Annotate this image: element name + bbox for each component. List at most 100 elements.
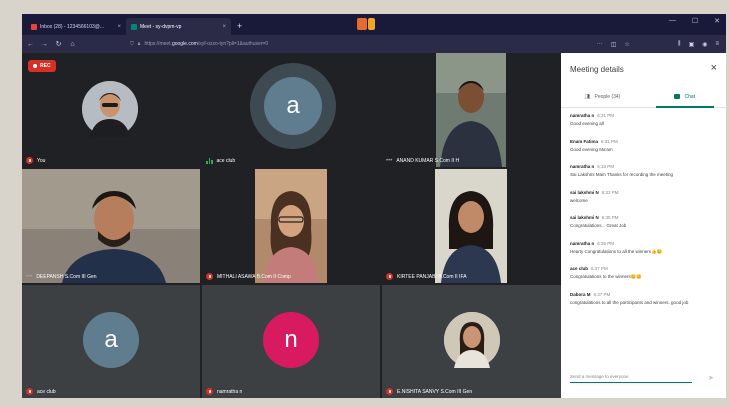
participant-video	[435, 169, 507, 283]
mic-off-icon	[206, 388, 213, 395]
window-controls: — ☐ ✕	[669, 17, 720, 25]
participant-label: ••• ANAND KUMAR S.Com II H	[386, 158, 460, 164]
lock-icon: 🔒︎	[137, 41, 141, 47]
meeting-details-panel: Meeting details × 👥︎ People (34) Chat na…	[561, 53, 726, 398]
participant-tile[interactable]: n namratha n	[202, 285, 380, 398]
chat-message: namratha n 6:31 PM Good evening all	[570, 113, 720, 128]
sidebar-icon[interactable]: ▣	[689, 41, 695, 48]
navigation-bar: ← → ↻ ⌂ ⛉ 🔒︎ https://meet.google.com/syf…	[22, 35, 726, 53]
participant-label: ace club	[206, 158, 235, 164]
participant-label: ••• DEEPANSH S.Com III Gen	[26, 274, 97, 280]
participant-photo	[82, 81, 138, 137]
chat-message: sai lakshmi N 6:33 PM welcome	[570, 190, 720, 205]
extension-icon[interactable]	[368, 18, 375, 30]
close-tab-icon[interactable]: ×	[222, 24, 226, 30]
participant-video	[436, 53, 506, 167]
mic-off-icon	[26, 157, 33, 164]
shield-icon: ⛉	[130, 41, 134, 47]
participant-tile[interactable]: ••• ANAND KUMAR S.Com II H	[382, 53, 561, 167]
message-sender: Dabora M	[570, 291, 591, 297]
message-time: 6:35 PM	[601, 215, 619, 221]
address-bar[interactable]: ⛉ 🔒︎ https://meet.google.com/syf-ozzo-ty…	[130, 41, 540, 47]
browser-tab-bar: Inbox (28) - 1234566103@... × Meet - sy-…	[22, 14, 726, 35]
chat-icon	[674, 94, 681, 99]
message-time: 6:33 PM	[597, 164, 615, 170]
message-sender: namratha n	[570, 113, 595, 118]
panel-tabs: 👥︎ People (34) Chat	[561, 86, 726, 108]
extension-icon[interactable]	[357, 18, 367, 30]
avatar: a	[264, 77, 322, 135]
participant-tile[interactable]: a ace club	[22, 285, 200, 398]
bookmark-star-icon[interactable]: ☆	[624, 41, 629, 48]
chat-message-input[interactable]: Send a message to everyone	[570, 374, 692, 383]
message-time: 6:37 PM	[593, 291, 611, 297]
avatar: a	[83, 312, 139, 368]
close-tab-icon[interactable]: ×	[117, 24, 121, 30]
tab-chat[interactable]: Chat	[644, 86, 727, 108]
more-options-icon[interactable]: •••	[26, 274, 32, 280]
message-sender: Enam Fatima	[570, 138, 599, 144]
more-icon[interactable]: ···	[597, 41, 603, 48]
meet-icon	[131, 23, 137, 30]
close-panel-icon[interactable]: ×	[711, 62, 717, 74]
participant-tile[interactable]: a ace club	[202, 53, 380, 167]
forward-icon[interactable]: →	[39, 41, 50, 48]
mic-off-icon	[386, 273, 393, 280]
message-text: welcome	[570, 197, 588, 203]
tab-meet[interactable]: Meet - sy-dvpm-vp ×	[126, 18, 231, 35]
avatar: n	[263, 312, 319, 368]
close-window-icon[interactable]: ✕	[714, 17, 720, 25]
message-sender: namratha n	[570, 164, 595, 170]
message-time: 6:37 PM	[591, 266, 608, 272]
message-text: Congratulations to the winners😊😊	[570, 274, 642, 280]
account-icon[interactable]: ◉	[702, 41, 707, 48]
participant-tile[interactable]: MITHALI ASAWA B.Com II Comp	[202, 169, 380, 283]
send-icon[interactable]: ➤	[708, 374, 714, 382]
chat-messages: namratha n 6:31 PM Good evening all Enam …	[570, 113, 720, 317]
new-tab-button[interactable]: +	[231, 18, 248, 35]
screenshot-frame: Inbox (28) - 1234566103@... × Meet - sy-…	[22, 14, 726, 398]
participant-label: MITHALI ASAWA B.Com II Comp	[206, 273, 291, 280]
participant-tile[interactable]: ••• DEEPANSH S.Com III Gen	[22, 169, 200, 283]
toolbar-icons: ··· ◫ ☆ ⫼ ▣ ◉ ≡	[597, 41, 726, 48]
chat-message: ace club 6:37 PM Congratulations to the w…	[570, 266, 720, 281]
recording-dot-icon	[33, 64, 37, 68]
participant-label: KIRTEE PANJABI B.Com II IFA	[386, 273, 467, 280]
chat-message: namratha n 6:35 PM Hearty Congratulations…	[570, 241, 720, 256]
participant-label: namratha n	[206, 388, 242, 395]
reload-icon[interactable]: ↻	[53, 40, 64, 48]
tab-people[interactable]: 👥︎ People (34)	[561, 86, 644, 107]
chat-message: namratha n 6:33 PM Sai Lakshmi Mam Thanks…	[570, 164, 720, 179]
tab-gmail[interactable]: Inbox (28) - 1234566103@... ×	[26, 18, 126, 35]
message-text: Good evening all	[570, 121, 604, 126]
message-text: Good evening Ma'am	[570, 146, 613, 152]
mic-off-icon	[26, 388, 33, 395]
message-time: 6:33 PM	[601, 189, 619, 195]
tab-label: Meet - sy-dvpm-vp	[140, 23, 182, 30]
panel-title: Meeting details	[570, 65, 624, 74]
pocket-icon[interactable]: ◫	[611, 41, 617, 48]
participant-tile[interactable]: E.NISHITA SANVY S.Com III Gen	[382, 285, 561, 398]
participant-photo	[444, 312, 500, 368]
participant-tile[interactable]: KIRTEE PANJABI B.Com II IFA	[382, 169, 561, 283]
mic-off-icon	[206, 273, 213, 280]
more-options-icon[interactable]: •••	[386, 158, 392, 164]
message-text: Congratulations... Great Job	[570, 223, 627, 229]
message-text: Hearty Congratulations to all the winner…	[570, 248, 663, 254]
message-text: congratulations to all the participants …	[570, 299, 689, 305]
gmail-icon	[31, 23, 37, 30]
message-sender: sai lakshmi N	[570, 215, 599, 221]
tab-label: Inbox (28) - 1234566103@...	[40, 23, 105, 30]
participant-video	[22, 169, 200, 283]
maximize-icon[interactable]: ☐	[692, 17, 698, 25]
participant-label: You	[26, 157, 45, 164]
back-icon[interactable]: ←	[25, 41, 36, 48]
library-icon[interactable]: ⫼	[678, 41, 681, 48]
url-host: https://meet.	[144, 41, 172, 47]
minimize-icon[interactable]: —	[669, 17, 676, 25]
message-time: 6:31 PM	[597, 113, 615, 118]
mic-off-icon	[386, 388, 393, 395]
message-sender: namratha n	[570, 240, 595, 246]
menu-icon[interactable]: ≡	[715, 41, 719, 48]
home-icon[interactable]: ⌂	[67, 41, 78, 48]
